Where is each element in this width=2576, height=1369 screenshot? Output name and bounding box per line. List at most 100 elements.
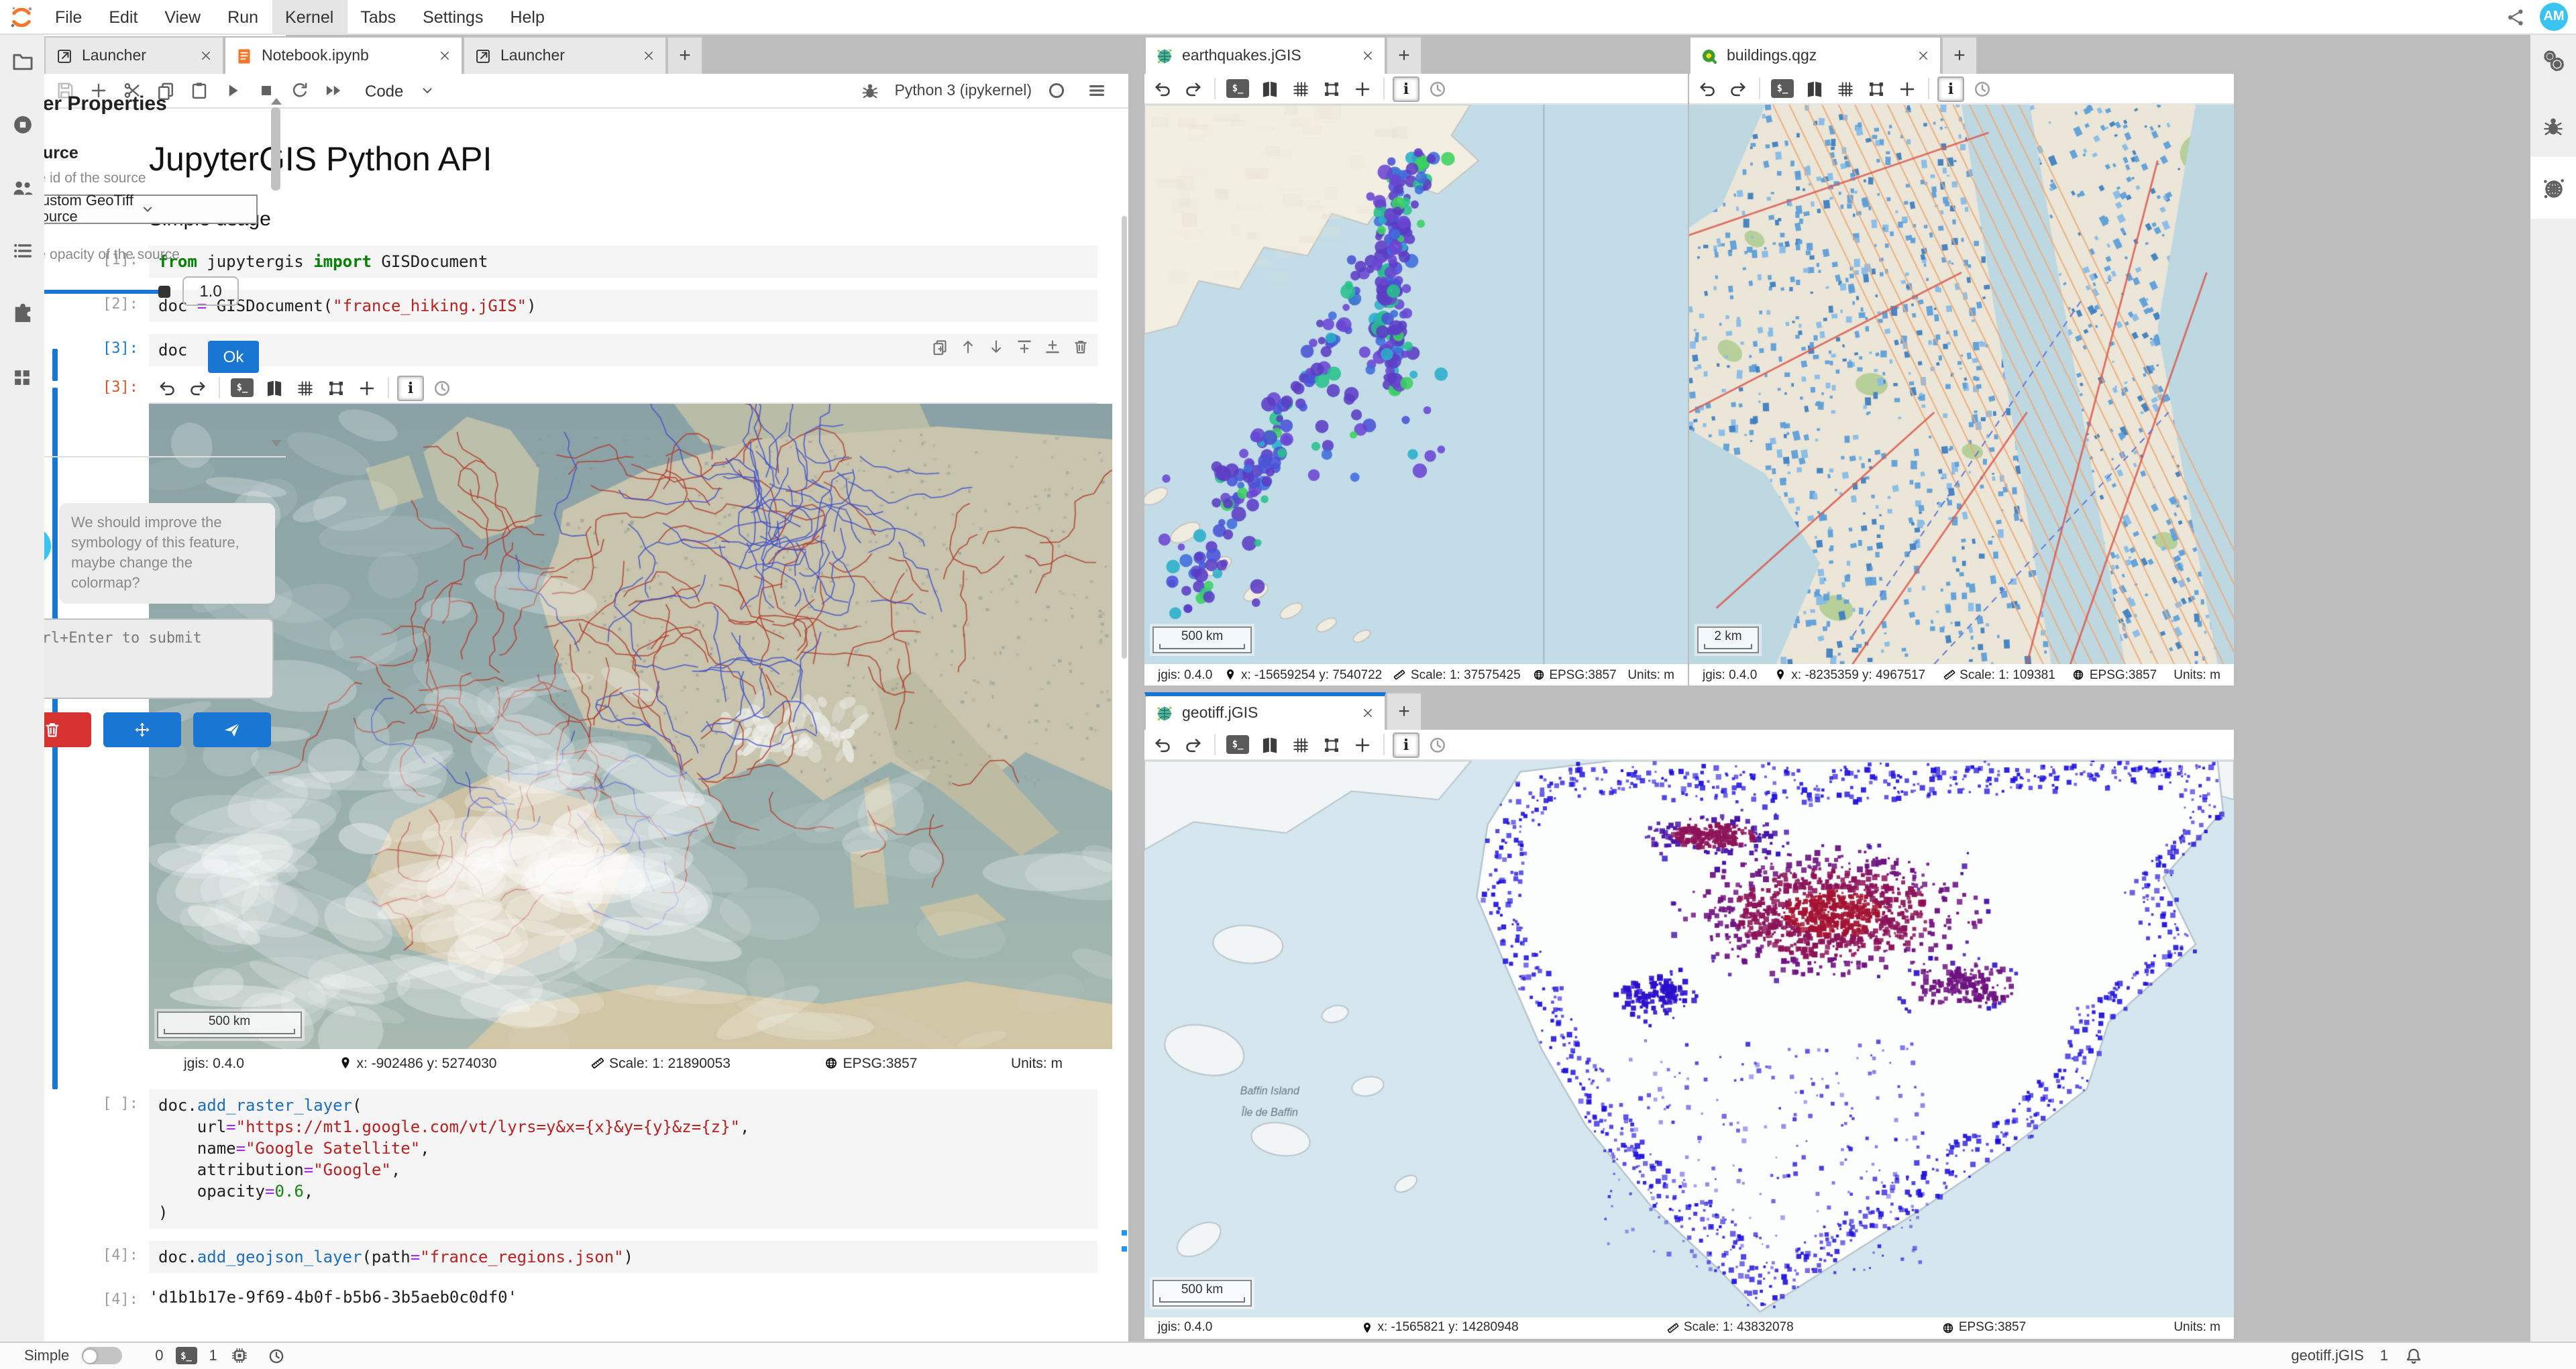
debugger-toggle-bug-icon[interactable] <box>854 76 885 105</box>
menu-item-file[interactable]: File <box>42 0 95 34</box>
move-cell-down-button[interactable] <box>987 338 1005 355</box>
code-editor[interactable]: doc = GISDocument("france_hiking.jGIS") <box>149 290 1097 322</box>
menu-item-view[interactable]: View <box>151 0 214 34</box>
undo-button[interactable] <box>1148 76 1175 101</box>
close-tab-icon[interactable] <box>437 48 452 63</box>
ok-button[interactable]: Ok <box>208 341 259 373</box>
notification-count[interactable]: 1 <box>2380 1348 2388 1364</box>
close-tab-icon[interactable] <box>199 48 213 63</box>
tab-geotiff[interactable]: geotiff.jGIS <box>1144 692 1386 730</box>
grid-button[interactable] <box>1831 76 1858 101</box>
kernel-name[interactable]: Python 3 (ipykernel) <box>894 83 1032 99</box>
grid-button[interactable] <box>1287 76 1313 101</box>
add-layer-button[interactable] <box>353 375 380 400</box>
terminal-count[interactable]: 0 <box>155 1348 163 1364</box>
share-icon[interactable] <box>2505 6 2526 28</box>
identify-button[interactable]: i <box>1393 732 1419 757</box>
basemap-button[interactable] <box>1256 732 1283 757</box>
tab-buildings[interactable]: buildings.qgz <box>1689 36 1941 74</box>
console-button[interactable]: $_ <box>1226 735 1249 754</box>
basemap-button[interactable] <box>1256 76 1283 101</box>
redo-button[interactable] <box>1724 76 1751 101</box>
identify-button[interactable]: i <box>1393 76 1419 101</box>
insert-cell-below-button[interactable] <box>1044 338 1061 355</box>
restart-kernel-button[interactable] <box>284 76 315 105</box>
geotiff-map[interactable]: 500 km <box>1144 761 2234 1317</box>
menu-item-kernel[interactable]: Kernel <box>272 0 347 34</box>
transform-button[interactable] <box>1318 732 1344 757</box>
add-layer-button[interactable] <box>1348 732 1375 757</box>
move-cell-up-button[interactable] <box>959 338 977 355</box>
history-icon[interactable] <box>267 1347 286 1366</box>
delete-cell-button[interactable] <box>1072 338 1089 355</box>
menu-item-settings[interactable]: Settings <box>409 0 496 34</box>
insert-cell-above-button[interactable] <box>1016 338 1033 355</box>
cell-type-select[interactable]: Code <box>365 81 403 100</box>
tab-launcher-1[interactable]: Launcher <box>44 36 224 74</box>
earthquakes-map[interactable]: 500 km <box>1144 105 1688 664</box>
toolbar-menu-icon[interactable] <box>1081 76 1112 105</box>
new-tab-button[interactable]: + <box>1386 36 1422 74</box>
new-tab-button[interactable]: + <box>667 36 703 74</box>
console-button[interactable]: $_ <box>1226 79 1249 98</box>
terminal-icon[interactable]: $_ <box>176 1348 197 1365</box>
tab-earthquakes[interactable]: earthquakes.jGIS <box>1144 36 1386 74</box>
property-inspector-gears-icon[interactable] <box>2530 48 2576 72</box>
slider-handle[interactable] <box>158 285 170 297</box>
running-sessions-icon[interactable] <box>0 113 44 137</box>
close-tab-icon[interactable] <box>641 48 656 63</box>
close-tab-icon[interactable] <box>1360 48 1375 63</box>
transform-button[interactable] <box>1862 76 1889 101</box>
submit-annotation-button[interactable] <box>193 712 271 747</box>
new-tab-button[interactable]: + <box>1941 36 1978 74</box>
identify-button[interactable]: i <box>1937 76 1964 101</box>
cell-type-chevron-icon[interactable] <box>411 76 442 105</box>
bell-icon[interactable] <box>2404 1347 2423 1366</box>
history-button[interactable] <box>1968 76 1995 101</box>
menu-item-tabs[interactable]: Tabs <box>347 0 409 34</box>
source-select[interactable]: Custom GeoTiff Source <box>21 195 258 224</box>
menu-item-run[interactable]: Run <box>214 0 272 34</box>
redo-button[interactable] <box>1179 732 1206 757</box>
history-button[interactable] <box>1424 76 1450 101</box>
basemap-button[interactable] <box>1801 76 1827 101</box>
restart-run-all-button[interactable] <box>318 76 349 105</box>
transform-button[interactable] <box>1318 76 1344 101</box>
current-document[interactable]: geotiff.jGIS <box>2291 1348 2363 1364</box>
undo-button[interactable] <box>1693 76 1720 101</box>
scrollbar-thumb[interactable] <box>1122 216 1127 659</box>
collaborators-icon[interactable] <box>0 176 44 200</box>
menu-item-help[interactable]: Help <box>496 0 557 34</box>
grid-button[interactable] <box>291 375 318 400</box>
close-tab-icon[interactable] <box>1360 706 1375 720</box>
code-editor[interactable]: doc.add_geojson_layer(path="france_regio… <box>149 1241 1097 1273</box>
kernel-chip-icon[interactable] <box>229 1346 250 1366</box>
duplicate-cell-button[interactable] <box>931 338 949 355</box>
buildings-map[interactable]: 2 km <box>1689 105 2234 664</box>
code-editor[interactable]: doc.add_raster_layer( url="https://mt1.g… <box>149 1089 1097 1229</box>
grid-button[interactable] <box>1287 732 1313 757</box>
panel-scrollbar[interactable] <box>270 95 282 449</box>
kernels-blocks-icon[interactable] <box>0 365 44 389</box>
console-button[interactable]: $_ <box>1771 79 1794 98</box>
debugger-bug-icon[interactable] <box>2530 114 2576 138</box>
identify-button[interactable]: i <box>397 375 424 400</box>
notebook-scrollbar[interactable] <box>1122 109 1127 1341</box>
kernel-count[interactable]: 1 <box>209 1348 217 1364</box>
add-layer-button[interactable] <box>1893 76 1920 101</box>
extensions-puzzle-icon[interactable] <box>0 302 44 326</box>
france-hiking-map[interactable]: 500 km <box>149 404 1112 1049</box>
scroll-up-icon[interactable] <box>270 98 281 105</box>
tab-notebook[interactable]: Notebook.ipynb <box>224 36 463 74</box>
new-tab-button[interactable]: + <box>1386 692 1422 730</box>
close-tab-icon[interactable] <box>1916 48 1931 63</box>
opacity-value[interactable]: 1.0 <box>182 276 239 306</box>
scrollbar-thumb[interactable] <box>271 107 280 190</box>
center-on-annotation-button[interactable] <box>103 712 181 747</box>
annotation-input[interactable] <box>13 618 274 699</box>
add-layer-button[interactable] <box>1348 76 1375 101</box>
menu-item-edit[interactable]: Edit <box>95 0 151 34</box>
files-icon[interactable] <box>0 50 44 74</box>
undo-button[interactable] <box>1148 732 1175 757</box>
redo-button[interactable] <box>1179 76 1206 101</box>
